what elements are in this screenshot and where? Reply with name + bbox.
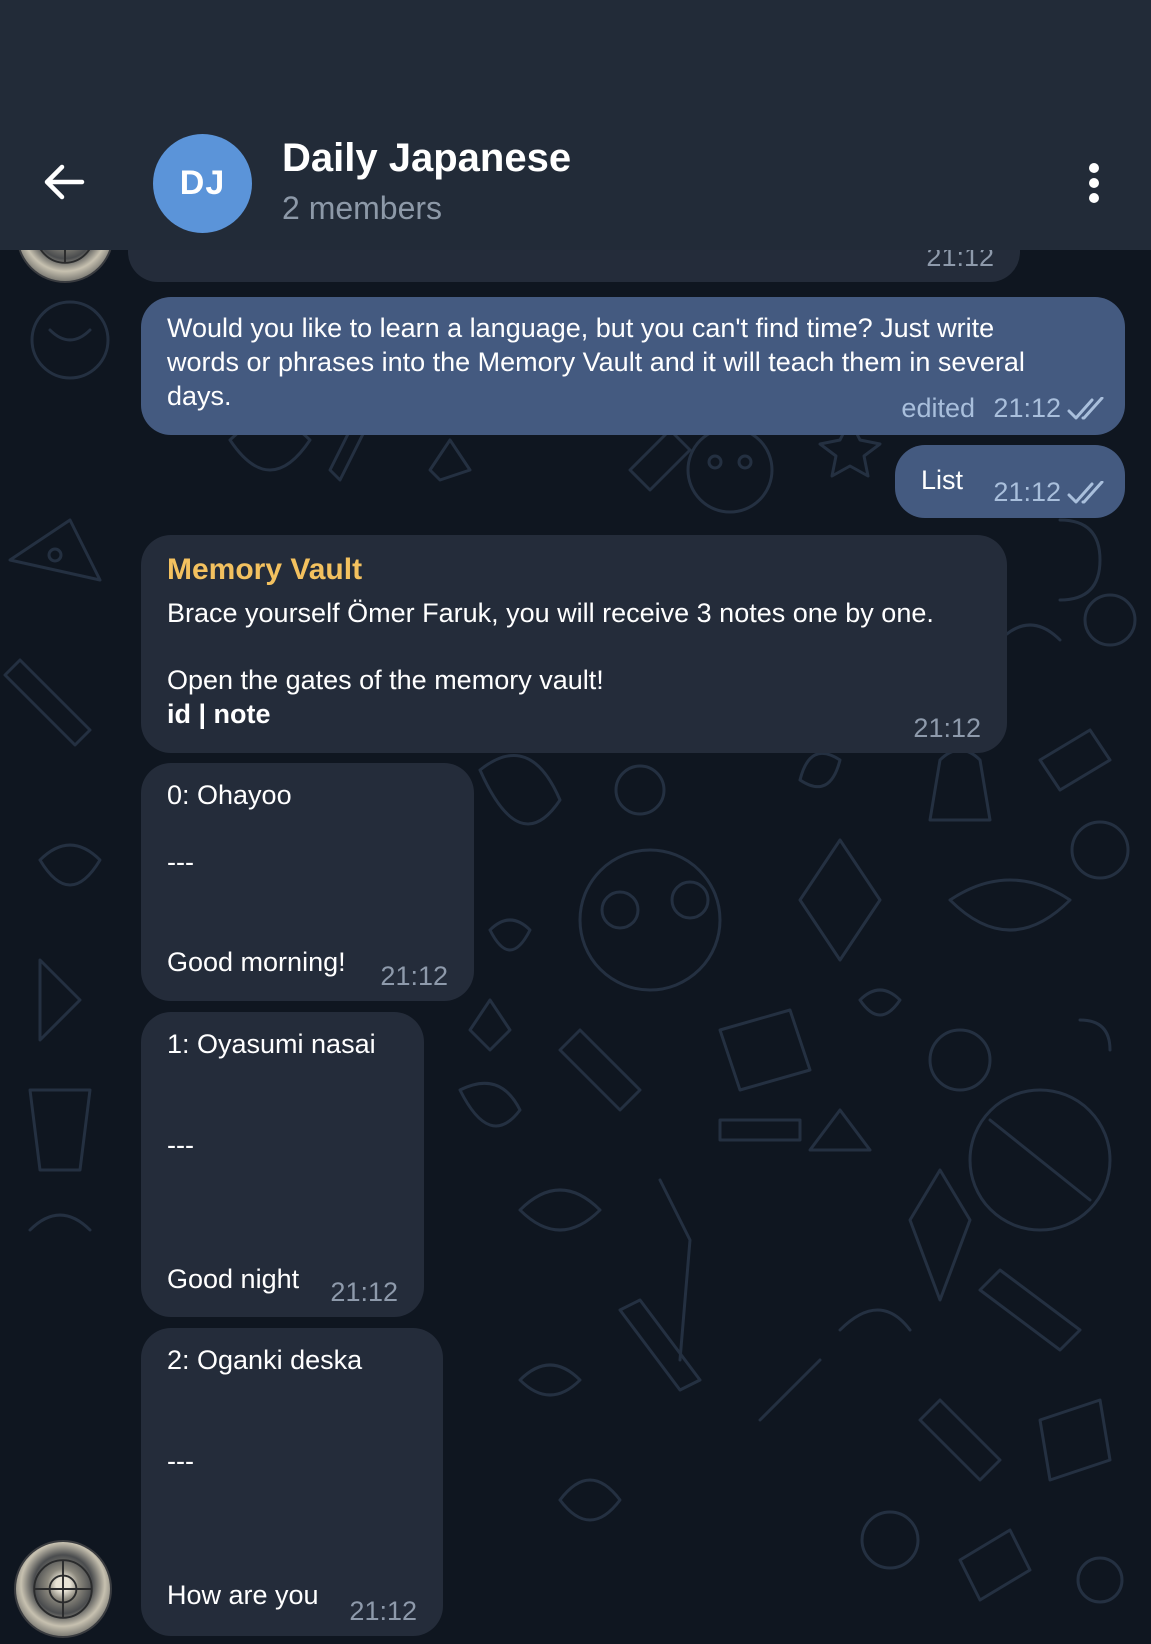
- back-arrow-icon[interactable]: [40, 157, 90, 207]
- message-text-line: Brace yourself Ömer Faruk, you will rece…: [167, 598, 934, 628]
- note-separator: ---: [167, 847, 194, 877]
- message-bubble-outgoing-list[interactable]: List 21:12: [895, 445, 1125, 518]
- chat-title[interactable]: Daily Japanese: [282, 136, 571, 181]
- message-text: List: [921, 465, 964, 495]
- message-time: 21:12: [380, 961, 448, 991]
- more-options-icon[interactable]: [1080, 158, 1108, 208]
- note-body: Good morning!: [167, 947, 346, 977]
- note-separator: ---: [167, 1130, 194, 1160]
- edited-label: edited: [901, 393, 975, 423]
- message-text-bold: id | note: [167, 699, 271, 729]
- note-head: 1: Oyasumi nasai: [167, 1029, 376, 1059]
- message-time: 21:12: [913, 713, 981, 743]
- message-time: 21:12: [993, 477, 1061, 507]
- message-time: 21:12: [330, 1277, 398, 1307]
- message-text-line: Open the gates of the memory vault!: [167, 665, 604, 695]
- member-count: 2 members: [282, 190, 443, 226]
- read-checkmarks-icon: [1067, 481, 1104, 504]
- message-time: 21:12: [993, 393, 1061, 423]
- chat-header: DJ Daily Japanese 2 members: [0, 0, 1151, 250]
- message-text-line: Would you like to learn a language, but …: [167, 313, 995, 343]
- note-head: 0: Ohayoo: [167, 780, 292, 810]
- sender-avatar-memory-vault[interactable]: [14, 1540, 112, 1638]
- read-checkmarks-icon: [1067, 397, 1104, 420]
- note-body: Good night: [167, 1264, 300, 1294]
- message-text-line: words or phrases into the Memory Vault a…: [167, 347, 1025, 377]
- note-body: How are you: [167, 1580, 319, 1610]
- sender-name[interactable]: Memory Vault: [167, 553, 362, 587]
- message-bubble-outgoing-intro[interactable]: Would you like to learn a language, but …: [141, 297, 1125, 435]
- message-time: 21:12: [349, 1596, 417, 1626]
- note-head: 2: Oganki deska: [167, 1345, 363, 1375]
- group-avatar[interactable]: DJ: [153, 134, 252, 233]
- message-bubble-memory-vault[interactable]: Memory Vault Brace yourself Ömer Faruk, …: [141, 535, 1007, 753]
- message-bubble-note-0[interactable]: 0: Ohayoo --- Good morning! 21:12: [141, 763, 474, 1001]
- note-separator: ---: [167, 1446, 194, 1476]
- message-bubble-note-1[interactable]: 1: Oyasumi nasai --- Good night 21:12: [141, 1012, 424, 1317]
- message-bubble-note-2[interactable]: 2: Oganki deska --- How are you 21:12: [141, 1328, 443, 1636]
- message-text-line: days.: [167, 381, 232, 411]
